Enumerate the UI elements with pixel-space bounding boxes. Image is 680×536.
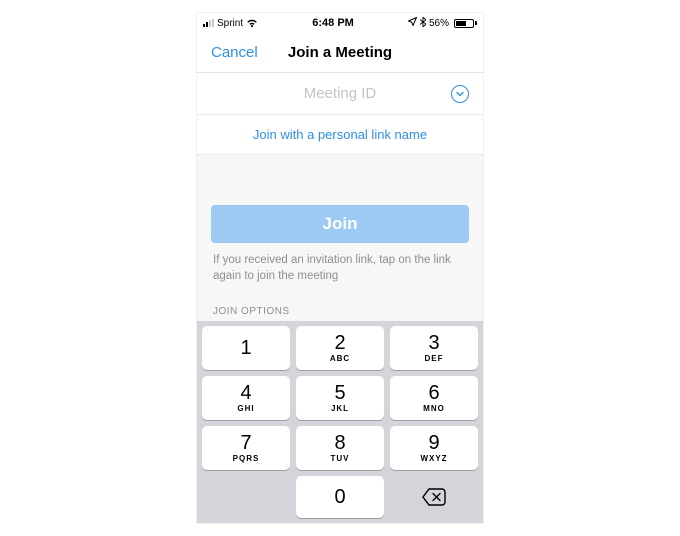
- meeting-id-placeholder: Meeting ID: [304, 85, 377, 102]
- bluetooth-icon: [420, 17, 426, 30]
- signal-icon: [203, 19, 214, 27]
- phone-screen: Sprint 6:48 PM 56% Cancel Join a Meeting…: [196, 12, 484, 524]
- history-dropdown-button[interactable]: [451, 85, 469, 103]
- meeting-id-field[interactable]: Meeting ID: [197, 73, 483, 115]
- personal-link-label: Join with a personal link name: [253, 127, 427, 142]
- page-title: Join a Meeting: [288, 44, 392, 61]
- key-9[interactable]: 9 WXYZ: [390, 426, 478, 470]
- wifi-icon: [246, 19, 258, 28]
- chevron-down-icon: [455, 89, 465, 99]
- join-button-label: Join: [323, 214, 358, 234]
- battery-pct: 56%: [429, 18, 449, 29]
- join-options-header: JOIN OPTIONS: [197, 306, 483, 317]
- spacer: [197, 155, 483, 205]
- cancel-button[interactable]: Cancel: [211, 44, 258, 61]
- battery-icon: [452, 19, 477, 28]
- key-4[interactable]: 4 GHI: [202, 376, 290, 420]
- key-5[interactable]: 5 JKL: [296, 376, 384, 420]
- key-6[interactable]: 6 MNO: [390, 376, 478, 420]
- backspace-icon: [421, 487, 447, 507]
- carrier-label: Sprint: [217, 18, 243, 29]
- clock: 6:48 PM: [312, 17, 354, 29]
- key-1[interactable]: 1: [202, 326, 290, 370]
- key-empty: [202, 476, 290, 518]
- join-hint-text: If you received an invitation link, tap …: [211, 253, 469, 284]
- numeric-keypad: 1 2 ABC 3 DEF 4 GHI 5 JKL 6 MNO: [197, 321, 483, 523]
- join-button[interactable]: Join: [211, 205, 469, 243]
- status-left: Sprint: [203, 18, 258, 29]
- key-3[interactable]: 3 DEF: [390, 326, 478, 370]
- key-7[interactable]: 7 PQRS: [202, 426, 290, 470]
- backspace-key[interactable]: [390, 476, 478, 518]
- location-icon: [408, 17, 417, 29]
- nav-bar: Cancel Join a Meeting: [197, 33, 483, 73]
- key-8[interactable]: 8 TUV: [296, 426, 384, 470]
- key-2[interactable]: 2 ABC: [296, 326, 384, 370]
- status-right: 56%: [408, 17, 477, 30]
- personal-link-button[interactable]: Join with a personal link name: [197, 115, 483, 155]
- key-0[interactable]: 0: [296, 476, 384, 518]
- join-section: Join If you received an invitation link,…: [197, 205, 483, 284]
- status-bar: Sprint 6:48 PM 56%: [197, 13, 483, 33]
